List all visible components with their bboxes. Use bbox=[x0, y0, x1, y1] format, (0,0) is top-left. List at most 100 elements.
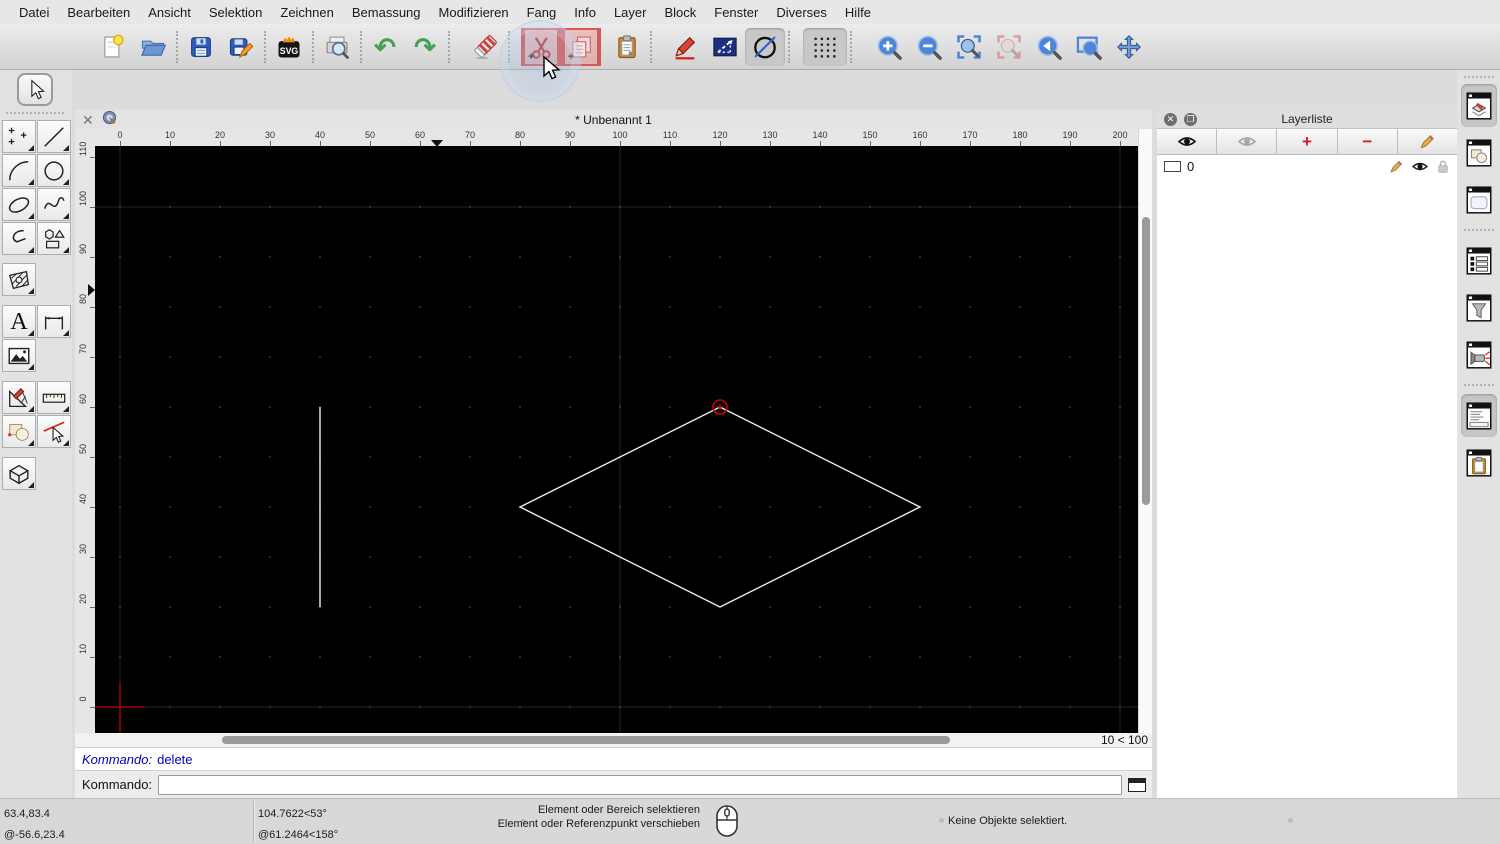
menu-zeichnen[interactable]: Zeichnen bbox=[271, 5, 342, 20]
h-ruler-label: 20 bbox=[214, 130, 226, 140]
grid-toggle-button[interactable] bbox=[803, 27, 847, 66]
layer-panel-titlebar: ✕ ❐ Layerliste bbox=[1157, 110, 1457, 129]
zoom-in-button[interactable] bbox=[869, 28, 909, 66]
arc-tool-button[interactable] bbox=[2, 154, 36, 187]
remove-layer-button[interactable]: − bbox=[1337, 129, 1398, 154]
menu-bearbeiten[interactable]: Bearbeiten bbox=[58, 5, 139, 20]
vertical-scrollbar-thumb[interactable] bbox=[1142, 217, 1150, 505]
toolbar-separator bbox=[448, 30, 450, 63]
modify-tool-button[interactable] bbox=[2, 381, 36, 414]
polyline-tool-button[interactable] bbox=[2, 222, 36, 255]
menu-bemassung[interactable]: Bemassung bbox=[343, 5, 430, 20]
paste-button[interactable] bbox=[607, 28, 647, 66]
delete-tool-button[interactable] bbox=[465, 28, 505, 66]
menu-datei[interactable]: Datei bbox=[10, 5, 58, 20]
inspection-panel-button[interactable] bbox=[1461, 333, 1497, 376]
line-attributes-button[interactable] bbox=[705, 28, 745, 66]
command-dock-icon[interactable] bbox=[1128, 777, 1146, 792]
image-tool-button[interactable] bbox=[2, 339, 36, 372]
line-tool-button[interactable] bbox=[37, 120, 71, 153]
delete-entity-tool-button[interactable] bbox=[37, 415, 71, 448]
selection-filter-panel-button[interactable] bbox=[1461, 286, 1497, 329]
dimension-tool-button[interactable] bbox=[37, 305, 71, 338]
menu-block[interactable]: Block bbox=[655, 5, 705, 20]
grid-status-label: 10 < 100 bbox=[1092, 733, 1148, 747]
circle-slash-icon bbox=[754, 35, 776, 58]
ellipse-tool-button[interactable] bbox=[2, 188, 36, 221]
block-list-panel-button[interactable] bbox=[1461, 131, 1497, 174]
print-preview-icon bbox=[326, 36, 349, 59]
command-line-panel-button[interactable] bbox=[1460, 394, 1497, 437]
zoom-selection-button[interactable] bbox=[989, 28, 1029, 66]
zoom-previous-button[interactable] bbox=[1029, 28, 1069, 66]
menu-info[interactable]: Info bbox=[565, 5, 605, 20]
copy-button[interactable]: + bbox=[561, 27, 601, 66]
circle-tool-button[interactable] bbox=[37, 154, 71, 187]
edit-layer-button[interactable] bbox=[1397, 129, 1458, 154]
add-layer-button[interactable]: + bbox=[1277, 129, 1338, 154]
layer-edit-pencil-icon[interactable] bbox=[1389, 159, 1404, 174]
strip-handle[interactable] bbox=[1463, 76, 1494, 78]
measure-tool-button[interactable] bbox=[37, 381, 71, 414]
horizontal-scrollbar[interactable]: 10 < 100 bbox=[75, 733, 1152, 747]
selection-tool-button[interactable] bbox=[17, 73, 53, 106]
menu-ansicht[interactable]: Ansicht bbox=[139, 5, 200, 20]
zoom-auto-button[interactable] bbox=[949, 28, 989, 66]
open-folder-icon bbox=[141, 40, 167, 56]
zoom-pan-button[interactable] bbox=[1109, 28, 1149, 66]
redo-button[interactable]: ↷ bbox=[405, 28, 445, 66]
menu-hilfe[interactable]: Hilfe bbox=[836, 5, 880, 20]
order-tool-button[interactable] bbox=[2, 415, 36, 448]
clipboard-panel-button[interactable] bbox=[1461, 441, 1497, 484]
open-file-button[interactable] bbox=[133, 28, 173, 66]
statusbar-grip-dot bbox=[1288, 818, 1293, 823]
menu-layer[interactable]: Layer bbox=[605, 5, 656, 20]
svg-export-button[interactable]: SVG bbox=[269, 28, 309, 66]
toolbar-separator bbox=[788, 30, 790, 63]
pen-attributes-button[interactable] bbox=[665, 28, 705, 66]
shapes-tool-button[interactable] bbox=[37, 222, 71, 255]
v-ruler-label: 20 bbox=[78, 594, 88, 605]
menu-diverses[interactable]: Diverses bbox=[767, 5, 836, 20]
statusbar-grip-dot bbox=[939, 818, 944, 823]
save-as-icon bbox=[229, 37, 254, 58]
h-ruler-label: 70 bbox=[464, 130, 476, 140]
palette-handle[interactable] bbox=[6, 112, 64, 114]
layer-row[interactable]: 0 bbox=[1157, 155, 1457, 178]
layer-visibility-eye-icon[interactable] bbox=[1411, 160, 1429, 173]
undo-button[interactable]: ↶ bbox=[365, 28, 405, 66]
layer-list-panel-button[interactable] bbox=[1460, 84, 1497, 127]
vertical-scrollbar[interactable] bbox=[1138, 129, 1152, 733]
save-button[interactable] bbox=[181, 28, 221, 66]
menu-modifizieren[interactable]: Modifizieren bbox=[430, 5, 518, 20]
library-browser-panel-button[interactable] bbox=[1461, 178, 1497, 221]
menu-selektion[interactable]: Selektion bbox=[200, 5, 271, 20]
zoom-out-button[interactable] bbox=[909, 28, 949, 66]
layer-lock-icon[interactable] bbox=[1436, 159, 1450, 174]
v-ruler-label: 10 bbox=[78, 644, 88, 655]
menu-fenster[interactable]: Fenster bbox=[705, 5, 767, 20]
print-preview-button[interactable] bbox=[317, 28, 357, 66]
layer-toolbar: + − bbox=[1157, 129, 1458, 155]
command-input[interactable] bbox=[158, 774, 1122, 795]
command-history: Kommando: delete bbox=[75, 747, 1152, 771]
construction-mode-button[interactable] bbox=[745, 27, 785, 66]
clipboard-panel-icon bbox=[1466, 448, 1491, 477]
points-tool-button[interactable] bbox=[2, 120, 36, 153]
spline-tool-button[interactable] bbox=[37, 188, 71, 221]
menu-fang[interactable]: Fang bbox=[518, 5, 566, 20]
horizontal-scrollbar-thumb[interactable] bbox=[222, 736, 950, 744]
command-prompt-label: Kommando: bbox=[82, 777, 153, 792]
property-editor-panel-button[interactable] bbox=[1461, 239, 1497, 282]
new-file-button[interactable] bbox=[93, 28, 133, 66]
hatch-tool-button[interactable] bbox=[2, 263, 36, 296]
solid-3d-tool-button[interactable] bbox=[2, 457, 36, 490]
text-tool-button[interactable]: A bbox=[2, 305, 36, 338]
drawing-canvas[interactable] bbox=[95, 146, 1138, 733]
save-as-button[interactable] bbox=[221, 28, 261, 66]
h-ruler-label: 120 bbox=[712, 130, 728, 140]
application-window: Datei Bearbeiten Ansicht Selektion Zeichnen B… bbox=[0, 0, 1500, 844]
zoom-window-button[interactable] bbox=[1069, 28, 1109, 66]
hide-all-layers-button[interactable] bbox=[1217, 129, 1278, 154]
show-all-layers-button[interactable] bbox=[1157, 129, 1218, 154]
